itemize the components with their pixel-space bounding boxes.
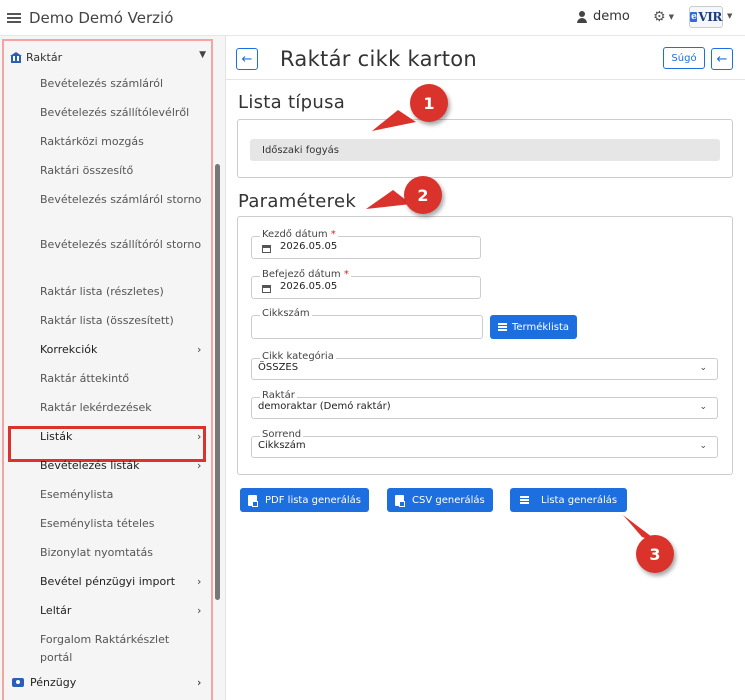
callout-pointer-1	[372, 110, 416, 131]
callout-pointers	[366, 110, 660, 543]
callout-1: 1	[410, 84, 448, 122]
callout-3: 3	[636, 535, 674, 573]
callout-2: 2	[404, 176, 442, 214]
